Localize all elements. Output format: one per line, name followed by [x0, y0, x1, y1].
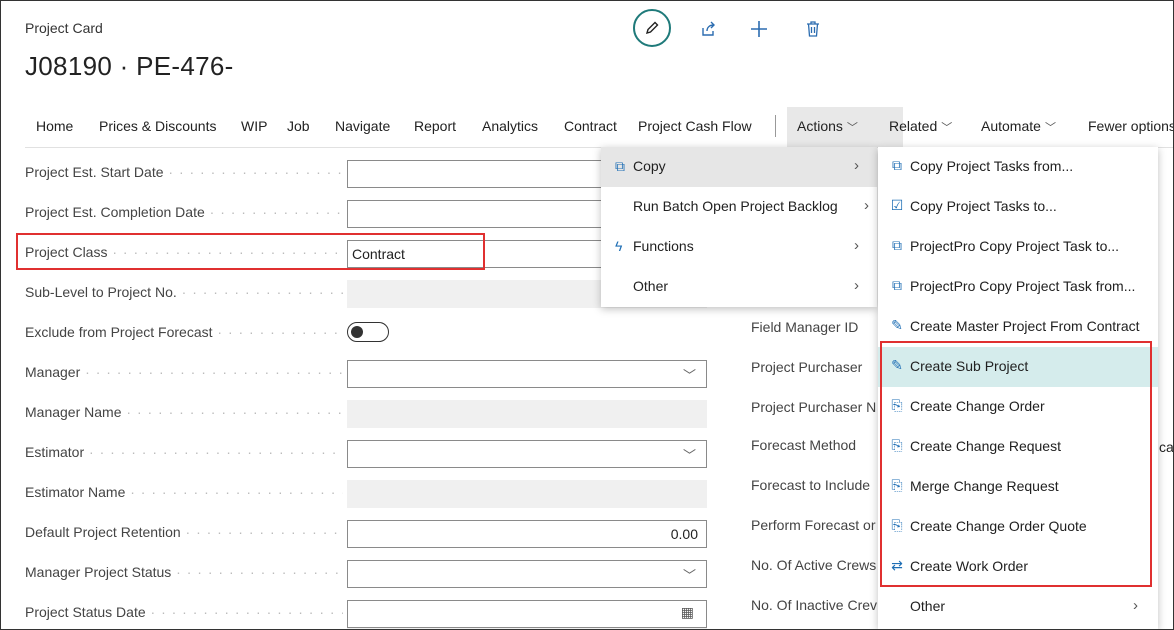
tab-contract[interactable]: Contract: [564, 118, 617, 134]
page-caption: Project Card: [25, 20, 103, 36]
tab-related[interactable]: Related ﹀: [889, 118, 952, 135]
menu-item-copy-tasks-from[interactable]: ⧉ Copy Project Tasks from...: [878, 147, 1158, 187]
tab-analytics[interactable]: Analytics: [482, 118, 538, 134]
field-label: Manager Project Status: [25, 564, 343, 580]
tab-navigate[interactable]: Navigate: [335, 118, 390, 134]
estimator-select[interactable]: ﹀: [347, 440, 707, 468]
copy-icon: ⧉: [892, 237, 902, 253]
field-label: Field Manager ID: [751, 319, 859, 335]
copy-tasks-from-icon: ⧉: [892, 157, 902, 173]
menu-item-label: Other: [633, 278, 669, 294]
action-bar: Home Prices & Discounts WIP Job Navigate…: [25, 107, 1173, 148]
chevron-right-icon: ›: [1133, 597, 1138, 614]
nav-divider: [775, 115, 776, 137]
menu-item-label: ProjectPro Copy Project Task from...: [910, 278, 1136, 294]
menu-item-label: Other: [910, 598, 946, 614]
field-label: Exclude from Project Forecast: [25, 324, 343, 340]
menu-item-projectpro-copy-to[interactable]: ⧉ ProjectPro Copy Project Task to...: [878, 227, 1158, 267]
field-label: No. Of Inactive Crev: [751, 597, 878, 613]
field-label: Sub-Level to Project No.: [25, 284, 343, 300]
page-title: J08190 · PE-476-: [25, 51, 234, 81]
field-label: No. Of Active Crews: [751, 557, 877, 573]
field-label: Perform Forecast or: [751, 517, 876, 533]
menu-item-label: Run Batch Open Project Backlog: [633, 198, 838, 214]
share-icon[interactable]: [689, 9, 729, 49]
tab-report[interactable]: Report: [414, 118, 456, 134]
edit-icon[interactable]: [633, 9, 671, 47]
chevron-right-icon: ›: [854, 237, 859, 254]
menu-item-functions[interactable]: ϟ Functions ›: [601, 227, 877, 267]
field-label: Project Status Date: [25, 604, 343, 620]
field-label: Manager: [25, 364, 343, 380]
field-label: Forecast Method: [751, 437, 857, 453]
retention-input[interactable]: 0.00: [347, 520, 707, 548]
status-date-input[interactable]: ▦: [347, 600, 707, 628]
copy-icon: ⧉: [892, 277, 902, 293]
menu-item-copy-tasks-to[interactable]: ☑ Copy Project Tasks to...: [878, 187, 1158, 227]
estimator-name-field: [347, 480, 707, 508]
tab-actions[interactable]: Actions ﹀: [797, 118, 858, 135]
chevron-down-icon: ﹀: [682, 448, 696, 463]
tab-actions-label: Actions: [797, 118, 843, 134]
lightning-icon: ϟ: [615, 238, 623, 254]
create-project-icon: ✎: [891, 317, 903, 333]
calendar-icon[interactable]: ▦: [681, 604, 694, 621]
chevron-down-icon: ﹀: [682, 568, 696, 583]
tab-job[interactable]: Job: [287, 118, 310, 134]
menu-item-projectpro-copy-from[interactable]: ⧉ ProjectPro Copy Project Task from...: [878, 267, 1158, 307]
highlight-create-actions: [880, 341, 1152, 587]
copy-tasks-to-icon: ☑: [890, 197, 904, 213]
tab-home[interactable]: Home: [36, 118, 73, 134]
menu-item-label: ProjectPro Copy Project Task to...: [910, 238, 1120, 254]
tab-related-label: Related: [889, 118, 938, 134]
chevron-down-icon: ﹀: [941, 122, 953, 134]
chevron-right-icon: ›: [854, 277, 859, 294]
menu-item-label: Copy Project Tasks to...: [910, 198, 1057, 214]
manager-status-select[interactable]: ﹀: [347, 560, 707, 588]
tab-automate[interactable]: Automate ﹀: [981, 118, 1056, 135]
chevron-right-icon: ›: [864, 197, 869, 214]
tab-prices-discounts[interactable]: Prices & Discounts: [99, 118, 216, 134]
field-label: Project Purchaser: [751, 359, 863, 375]
manager-select[interactable]: ﹀: [347, 360, 707, 388]
exclude-forecast-toggle[interactable]: [347, 322, 389, 342]
forecast-value-fragment: cas: [1159, 439, 1174, 455]
menu-item-other[interactable]: Other ›: [601, 267, 877, 307]
tab-wip[interactable]: WIP: [241, 118, 267, 134]
delete-icon[interactable]: [793, 9, 833, 49]
menu-item-run-batch[interactable]: Run Batch Open Project Backlog ›: [601, 187, 877, 227]
project-card-page: Project Card J08190 · PE-476- Home Price…: [0, 0, 1174, 630]
menu-item-label: Copy: [633, 158, 666, 174]
field-label: Manager Name: [25, 404, 343, 420]
menu-item-label: Functions: [633, 238, 694, 254]
tab-project-cash-flow[interactable]: Project Cash Flow: [638, 118, 752, 134]
copy-icon: ⧉: [615, 158, 625, 174]
field-label: Forecast to Include: [751, 477, 871, 493]
chevron-down-icon: ﹀: [1044, 122, 1056, 134]
menu-item-copy[interactable]: ⧉ Copy ›: [601, 147, 877, 187]
actions-menu: ⧉ Copy › Run Batch Open Project Backlog …: [601, 147, 877, 307]
retention-value: 0.00: [670, 526, 698, 542]
highlight-project-class: [16, 233, 485, 270]
menu-item-other[interactable]: Other ›: [878, 587, 1158, 627]
field-label: Project Est. Completion Date: [25, 204, 343, 220]
field-label: Estimator Name: [25, 484, 343, 500]
fewer-options-link[interactable]: Fewer options: [1088, 118, 1173, 134]
menu-item-label: Copy Project Tasks from...: [910, 158, 1074, 174]
manager-name-field: [347, 400, 707, 428]
chevron-down-icon: ﹀: [682, 368, 696, 383]
tab-automate-label: Automate: [981, 118, 1041, 134]
chevron-right-icon: ›: [854, 157, 859, 174]
add-icon[interactable]: [739, 9, 779, 49]
field-label: Project Est. Start Date: [25, 164, 343, 180]
field-label: Estimator: [25, 444, 343, 460]
toggle-knob: [351, 325, 363, 338]
field-label: Project Purchaser N: [751, 399, 877, 415]
chevron-down-icon: ﹀: [846, 122, 858, 134]
field-label: Default Project Retention: [25, 524, 343, 540]
menu-item-label: Create Master Project From Contract: [910, 318, 1140, 334]
